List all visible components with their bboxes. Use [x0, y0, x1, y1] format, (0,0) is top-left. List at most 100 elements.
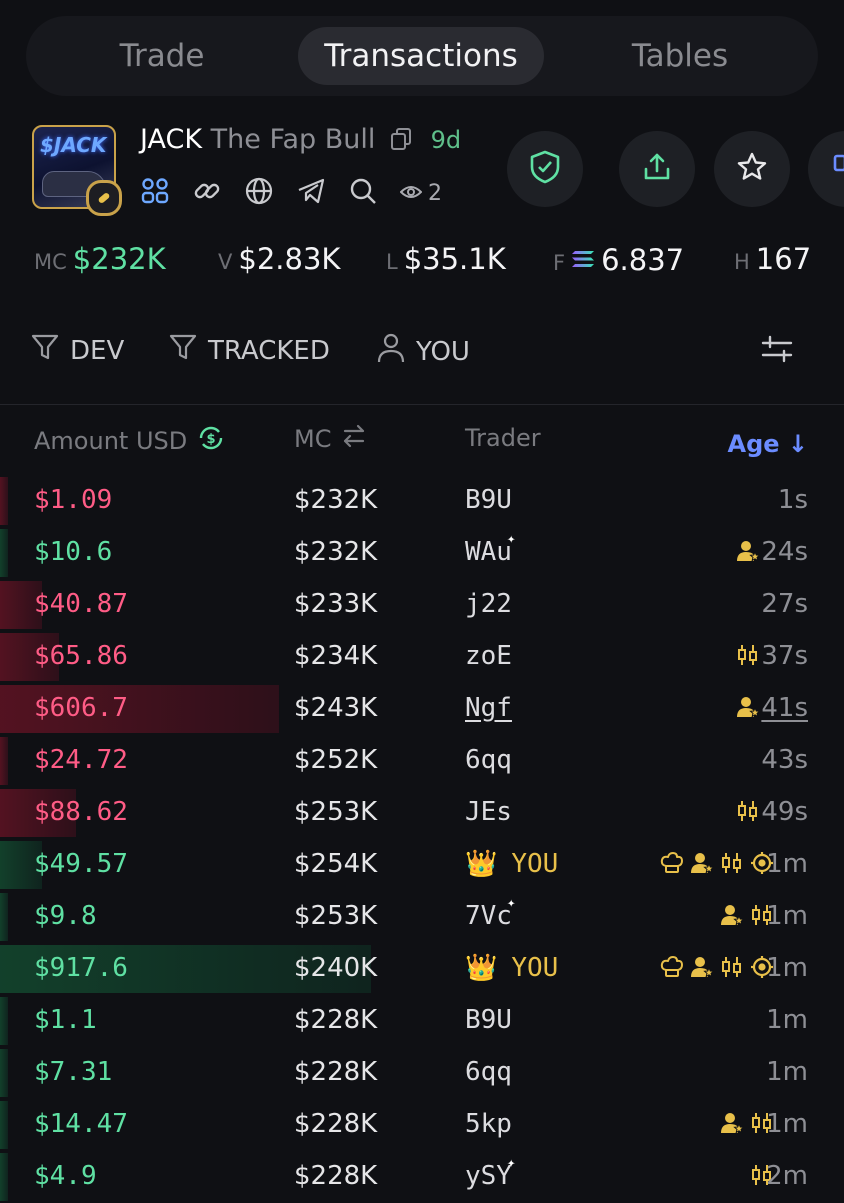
row-trader[interactable]: j22	[465, 589, 512, 619]
currency-toggle-icon[interactable]: $	[197, 424, 225, 458]
table-settings-button[interactable]	[760, 332, 794, 373]
candles-icon	[736, 643, 760, 671]
row-market-cap: $234K	[294, 641, 378, 671]
row-trader[interactable]: zoE	[465, 641, 512, 671]
shield-check-icon	[529, 150, 561, 188]
swap-arrows-icon[interactable]	[341, 424, 367, 454]
trader-name: JEs	[465, 797, 512, 827]
row-market-cap: $228K	[294, 1161, 378, 1191]
community-icon[interactable]	[140, 177, 170, 209]
row-amount: $9.8	[34, 901, 97, 931]
buy-volume-bar	[0, 1101, 8, 1149]
row-market-cap: $253K	[294, 901, 378, 931]
table-row[interactable]: $4.9 $228K ySY ✦ 2m	[0, 1151, 844, 1203]
row-trader[interactable]: B9U	[465, 485, 512, 515]
viewer-count: 2	[399, 181, 442, 206]
row-trader[interactable]: 6qq	[465, 1057, 512, 1087]
row-amount: $7.31	[34, 1057, 113, 1087]
link-icon[interactable]	[192, 176, 222, 210]
token-title: JACK The Fap Bull 9d	[140, 124, 461, 158]
trader-name: 6qq	[465, 1057, 512, 1087]
tab-trade[interactable]: Trade	[74, 27, 250, 85]
row-trader[interactable]: 7Vc ✦	[465, 895, 515, 931]
insider-user-icon	[736, 695, 761, 723]
buy-volume-bar	[0, 1153, 8, 1201]
header-age-sort[interactable]: Age ↓	[728, 430, 809, 458]
copy-icon[interactable]	[390, 127, 412, 158]
table-row[interactable]: $65.86 $234K zoE 37s	[0, 631, 844, 683]
favorite-button[interactable]	[714, 131, 790, 207]
row-trader[interactable]: 👑 YOU	[465, 953, 558, 983]
candles-icon	[720, 851, 744, 879]
table-row[interactable]: $88.62 $253K JEs 49s	[0, 787, 844, 839]
table-row[interactable]: $1.1 $228K B9U 1m	[0, 995, 844, 1047]
sell-volume-bar	[0, 477, 8, 525]
table-row[interactable]: $24.72 $252K 6qq 43s	[0, 735, 844, 787]
stat-liquidity: L $35.1K	[386, 242, 506, 276]
row-trader[interactable]: 5kp	[465, 1109, 512, 1139]
liquidity-value: $35.1K	[403, 242, 506, 276]
row-age: 49s	[761, 797, 808, 827]
row-trader[interactable]: B9U	[465, 1005, 512, 1035]
row-amount: $10.6	[34, 537, 113, 567]
divider	[0, 404, 844, 405]
trader-name: Ngf	[465, 693, 512, 723]
header-mc[interactable]: MC	[294, 424, 367, 454]
row-trader[interactable]: 👑 YOU	[465, 849, 558, 879]
pin-button[interactable]	[808, 131, 844, 207]
row-age: 1m	[766, 849, 808, 879]
trader-name: YOU	[511, 849, 559, 879]
pin-icon	[831, 152, 844, 186]
filter-dev[interactable]: DEV	[30, 332, 124, 369]
table-row[interactable]: $7.31 $228K 6qq 1m	[0, 1047, 844, 1099]
table-row[interactable]: $606.7 $243K Ngf 41s	[0, 683, 844, 735]
row-age: 1m	[766, 901, 808, 931]
row-trader[interactable]: 6qq	[465, 745, 512, 775]
filter-dev-label: DEV	[70, 335, 125, 366]
table-row[interactable]: $49.57 $254K 👑 YOU 1m	[0, 839, 844, 891]
table-row[interactable]: $1.09 $232K B9U 1s	[0, 475, 844, 527]
row-market-cap: $228K	[294, 1057, 378, 1087]
row-market-cap: $232K	[294, 485, 378, 515]
sliders-icon	[760, 332, 794, 373]
table-row[interactable]: $10.6 $232K WAu ✦ 24s	[0, 527, 844, 579]
table-row[interactable]: $917.6 $240K 👑 YOU 1m	[0, 943, 844, 995]
row-trader[interactable]: ySY ✦	[465, 1155, 515, 1191]
sparkle-icon: ✦	[507, 1155, 516, 1171]
tab-tables[interactable]: Tables	[592, 27, 768, 85]
sparkle-icon: ✦	[507, 531, 516, 547]
candles-icon	[736, 799, 760, 827]
filter-you[interactable]: YOU	[376, 332, 470, 371]
row-trader[interactable]: JEs	[465, 797, 512, 827]
row-market-cap: $228K	[294, 1109, 378, 1139]
trader-tags	[660, 955, 774, 983]
filter-tracked[interactable]: TRACKED	[168, 332, 330, 369]
row-trader[interactable]: WAu ✦	[465, 531, 515, 567]
row-market-cap: $232K	[294, 537, 378, 567]
tab-transactions[interactable]: Transactions	[298, 27, 544, 85]
row-amount: $1.09	[34, 485, 113, 515]
trader-name: j22	[465, 589, 512, 619]
volume-value: $2.83K	[238, 242, 341, 276]
header-amount[interactable]: Amount USD $	[34, 424, 225, 458]
table-row[interactable]: $9.8 $253K 7Vc ✦ 1m	[0, 891, 844, 943]
table-row[interactable]: $14.47 $228K 5kp 1m	[0, 1099, 844, 1151]
header-trader: Trader	[465, 424, 541, 452]
search-icon[interactable]	[348, 176, 378, 210]
row-market-cap: $243K	[294, 693, 378, 723]
row-age: 1s	[777, 485, 808, 515]
fees-value: 6.837	[601, 243, 685, 277]
row-amount: $606.7	[34, 693, 128, 723]
security-check-button[interactable]	[507, 131, 583, 207]
share-button[interactable]	[619, 131, 695, 207]
website-icon[interactable]	[244, 176, 274, 210]
trader-name: WAu	[465, 537, 512, 567]
row-age: 2m	[766, 1161, 808, 1191]
table-row[interactable]: $40.87 $233K j22 27s	[0, 579, 844, 631]
trader-name: ySY	[465, 1161, 512, 1191]
trader-name: B9U	[465, 485, 512, 515]
insider-user-icon	[720, 903, 745, 931]
row-amount: $24.72	[34, 745, 128, 775]
row-trader[interactable]: Ngf	[465, 693, 512, 723]
telegram-icon[interactable]	[296, 177, 326, 209]
